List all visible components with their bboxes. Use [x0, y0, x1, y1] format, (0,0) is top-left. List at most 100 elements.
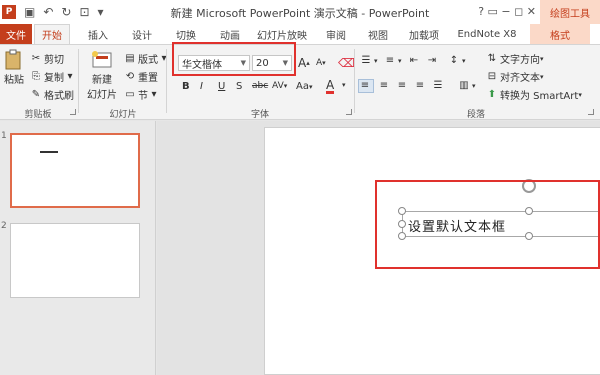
slide-thumbnail-pane: 1 2 [0, 121, 156, 375]
thumbnail-text-preview [40, 151, 58, 153]
chevron-down-icon: ▾ [67, 70, 73, 82]
justify-button[interactable]: ≡ [414, 80, 428, 92]
chevron-down-icon: ▾ [151, 88, 157, 100]
tab-slideshow[interactable]: 幻灯片放映 [254, 24, 310, 44]
chevron-down-icon: ▾ [398, 57, 402, 65]
layout-icon: ▤ [125, 52, 135, 64]
slide-number: 1 [1, 131, 7, 141]
increase-indent-button[interactable]: ⇥ [426, 55, 440, 67]
italic-button[interactable]: I [200, 81, 203, 92]
bold-button[interactable]: B [182, 81, 190, 92]
character-spacing-button[interactable]: AV ▾ [272, 81, 287, 91]
group-divider [166, 49, 167, 113]
tab-insert[interactable]: 插入 [80, 24, 116, 44]
tab-animations[interactable]: 动画 [212, 24, 248, 44]
line-spacing-icon: ↕ [449, 55, 459, 66]
smartart-label: 转换为 SmartArt [500, 91, 579, 102]
text-direction-icon: ⇅ [487, 52, 497, 64]
align-text-icon: ⊟ [487, 70, 497, 82]
shrink-font-button[interactable]: A ▾ [316, 58, 326, 68]
window-controls[interactable]: ? ▭ − ◻ ✕ [478, 5, 536, 18]
numbering-button[interactable]: ≡ ▾ [384, 55, 402, 67]
clear-formatting-button[interactable]: ⌫ [338, 56, 355, 70]
section-icon: ▭ [125, 88, 135, 100]
cut-label: 剪切 [44, 55, 64, 66]
slide-thumbnail-2[interactable] [10, 223, 140, 298]
scissors-icon: ✂ [31, 52, 41, 64]
tab-format[interactable]: 格式 [530, 24, 590, 44]
new-slide-button[interactable]: 新建 幻灯片 [86, 49, 118, 101]
text-direction-button[interactable]: ⇅ 文字方向 ▾ [486, 51, 544, 67]
convert-smartart-button[interactable]: ⬆ 转换为 SmartArt ▾ [486, 87, 582, 103]
cut-button[interactable]: ✂ 剪切 [30, 51, 64, 67]
tab-view[interactable]: 视图 [360, 24, 396, 44]
caret-up-icon: ▴ [306, 59, 310, 67]
layout-button[interactable]: ▤ 版式 ▾ [124, 51, 172, 67]
new-slide-icon [92, 51, 112, 68]
strikethrough-button[interactable]: abc [252, 81, 268, 91]
columns-button[interactable]: ▥ ▾ [458, 80, 475, 92]
chevron-down-icon: ▾ [283, 82, 288, 90]
change-case-button[interactable]: Aa ▾ [296, 81, 312, 92]
decrease-indent-button[interactable]: ⇤ [408, 55, 422, 67]
text-shadow-button[interactable]: S [236, 81, 242, 92]
tab-review[interactable]: 审阅 [318, 24, 354, 44]
copy-icon: ⎘ [32, 70, 40, 82]
case-label: Aa [296, 81, 309, 92]
tab-endnote[interactable]: EndNote X8 [452, 24, 522, 44]
smartart-icon: ⬆ [487, 88, 497, 100]
reset-button[interactable]: ⟲ 重置 [124, 69, 158, 85]
columns-icon: ▥ [459, 80, 469, 91]
group-divider [78, 49, 79, 113]
slide-thumbnail-1[interactable] [10, 133, 140, 208]
distribute-button[interactable]: ☰ [432, 80, 446, 92]
paste-icon [5, 49, 21, 70]
tab-design[interactable]: 设计 [124, 24, 160, 44]
spacing-label: AV [272, 81, 284, 91]
align-center-icon: ≡ [379, 80, 389, 91]
bullet-list-icon: ☰ [361, 55, 371, 66]
align-text-label: 对齐文本 [500, 73, 540, 84]
drawing-tools-context-tab: 绘图工具 [540, 0, 600, 24]
font-selector-highlight [172, 42, 296, 76]
format-painter-button[interactable]: ✎ 格式刷 [30, 87, 74, 103]
line-spacing-button[interactable]: ↕ ▾ [448, 55, 466, 67]
ribbon: 粘贴 ✂ 剪切 ⎘ 复制 ▾ ✎ 格式刷 剪贴板 新建 幻灯片 ▤ 版式 ▾ ⟲ 重置 ▭ 节 ▾… [0, 44, 600, 120]
align-right-icon: ≡ [397, 80, 407, 91]
clipboard-launcher-icon[interactable] [70, 109, 76, 115]
caret-down-icon: ▾ [322, 59, 326, 67]
paste-button[interactable]: 粘贴 [2, 49, 26, 86]
font-color-button[interactable]: A [326, 79, 335, 94]
reset-label: 重置 [138, 73, 158, 84]
paragraph-launcher-icon[interactable] [588, 109, 594, 115]
reset-icon: ⟲ [125, 70, 135, 82]
font-launcher-icon[interactable] [346, 109, 352, 115]
underline-button[interactable]: U [218, 81, 225, 92]
copy-button[interactable]: ⎘ 复制 ▾ [30, 69, 78, 85]
tab-addins[interactable]: 加载项 [402, 24, 446, 44]
bullets-button[interactable]: ☰ ▾ [360, 55, 378, 67]
tab-transitions[interactable]: 切换 [168, 24, 204, 44]
align-left-icon: ≡ [360, 80, 370, 91]
slide-number: 2 [1, 221, 7, 231]
new-slide-label-2: 幻灯片 [87, 90, 117, 101]
chevron-down-icon: ▾ [578, 90, 582, 99]
copy-label: 复制 [44, 73, 64, 84]
numbered-list-icon: ≡ [385, 55, 395, 66]
textbox-highlight [375, 180, 600, 269]
title-bar: P ▣ ↶ ↻ ⊡ ▾ 新建 Microsoft PowerPoint 演示文稿… [0, 0, 600, 24]
slides-group-label: 幻灯片 [109, 110, 137, 120]
align-left-button[interactable]: ≡ [358, 79, 374, 93]
align-center-button[interactable]: ≡ [378, 80, 392, 92]
tab-file[interactable]: 文件 [0, 24, 32, 44]
chevron-down-icon: ▾ [540, 54, 544, 63]
chevron-down-icon[interactable]: ▾ [342, 81, 346, 89]
chevron-down-icon: ▾ [462, 57, 466, 65]
grow-font-label: A [298, 56, 307, 70]
section-button[interactable]: ▭ 节 ▾ [124, 87, 162, 103]
grow-font-button[interactable]: A ▴ [298, 56, 310, 70]
align-right-button[interactable]: ≡ [396, 80, 410, 92]
align-text-button[interactable]: ⊟ 对齐文本 ▾ [486, 69, 544, 85]
tab-home[interactable]: 开始 [34, 24, 70, 44]
eraser-icon: ⌫ [338, 56, 355, 70]
